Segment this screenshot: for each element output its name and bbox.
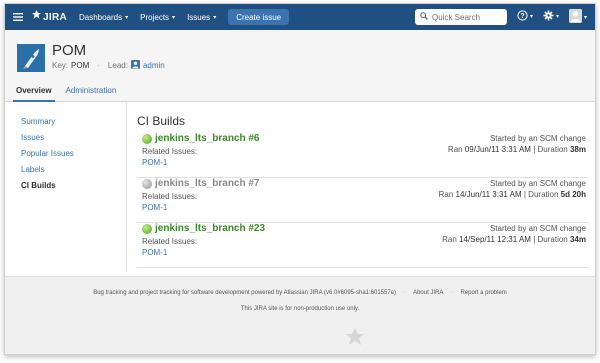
jira-logo-icon: [32, 10, 43, 24]
status-success-icon: [142, 223, 152, 234]
build-run-info: Ran 14/Sep/11 12:31 AM | Duration 34m: [442, 234, 586, 245]
build-details: Started by an SCM change Ran 14/Jun/11 3…: [439, 178, 586, 200]
build-trigger: Started by an SCM change: [489, 179, 586, 188]
status-success-icon: [142, 133, 152, 144]
chevron-down-icon: ▾: [584, 14, 588, 21]
project-header: [5, 30, 595, 80]
quick-search[interactable]: [415, 9, 507, 25]
build-details: Started by an SCM change Ran 14/Sep/11 1…: [442, 223, 586, 245]
duration-value: 34m: [569, 235, 586, 244]
ran-label: Ran: [438, 190, 454, 199]
build-row: jenkins_lts_branch #23 Related Issues: P…: [137, 223, 589, 268]
duration-value: 38m: [569, 145, 586, 154]
page-title: CI Builds: [137, 114, 186, 128]
build-details: Started by an SCM change Ran 09/Jun/11 3…: [448, 133, 586, 155]
footer-separator: ·: [450, 290, 453, 296]
ran-time: 14/Jun/11 3:31 AM: [455, 190, 522, 199]
issue-link[interactable]: POM-1: [142, 203, 167, 212]
build-name-link[interactable]: jenkins_lts_branch #6: [142, 133, 260, 144]
build-trigger: Started by an SCM change: [489, 134, 586, 143]
jira-logo[interactable]: JIRA: [32, 10, 67, 24]
project-title: POM: [52, 42, 87, 59]
user-icon: [569, 9, 582, 25]
svg-text:?: ?: [520, 13, 524, 20]
atlassian-logo-icon: [345, 327, 365, 351]
duration-label: | Duration: [533, 145, 568, 154]
chevron-down-icon: ▾: [556, 14, 560, 20]
build-row: jenkins_lts_branch #6 Related Issues: PO…: [137, 133, 589, 178]
lead-link[interactable]: admin: [143, 61, 165, 70]
build-name: jenkins_lts_branch #7: [155, 178, 260, 189]
search-icon: [420, 12, 432, 22]
build-trigger: Started by an SCM change: [489, 224, 586, 233]
duration-label: | Duration: [523, 190, 559, 199]
duration-label: | Duration: [533, 235, 568, 244]
project-key: POM: [71, 61, 90, 70]
related-issues-label: Related Issues:: [142, 192, 198, 201]
sidebar-item-labels[interactable]: Labels: [21, 165, 45, 174]
duration-value: 5d 20h: [560, 190, 586, 199]
top-navigation-bar: JIRA Dashboards ▾ Projects ▾ Issues ▾ Cr…: [5, 4, 595, 30]
issue-link[interactable]: POM-1: [142, 248, 167, 257]
key-label: Key:: [52, 61, 69, 70]
settings-menu[interactable]: ▾: [543, 10, 559, 23]
ran-label: Ran: [447, 145, 463, 154]
build-name: jenkins_lts_branch #23: [155, 223, 266, 234]
tab-overview[interactable]: Overview: [13, 86, 55, 102]
project-tabs: Overview Administration: [5, 80, 595, 102]
user-avatar-icon: [130, 60, 140, 71]
footer-links: Bug tracking and project tracking for so…: [5, 290, 595, 296]
create-issue-button[interactable]: Create issue: [228, 9, 290, 25]
build-run-info: Ran 14/Jun/11 3:31 AM | Duration 5d 20h: [439, 189, 586, 200]
chevron-down-icon: ▾: [213, 14, 217, 21]
gear-icon: [543, 10, 554, 23]
nav-projects-label: Projects: [140, 12, 170, 22]
sidebar-item-ci-builds[interactable]: CI Builds: [21, 181, 56, 190]
nav-issues-label: Issues: [187, 12, 211, 22]
menu-icon[interactable]: [8, 4, 28, 30]
report-problem-link[interactable]: Report a problem: [460, 290, 506, 296]
build-run-info: Ran 09/Jun/11 3:31 AM | Duration 38m: [448, 144, 586, 155]
related-issues-label: Related Issues:: [142, 147, 198, 156]
sidebar-item-popular-issues[interactable]: Popular Issues: [21, 149, 74, 158]
ran-label: Ran: [442, 235, 457, 244]
logo-text: JIRA: [43, 11, 67, 23]
help-menu[interactable]: ? ▾: [517, 10, 533, 23]
lead-label: Lead:: [107, 61, 128, 70]
ran-time: 09/Jun/11 3:31 AM: [464, 145, 531, 154]
build-row: jenkins_lts_branch #7 Related Issues: PO…: [137, 178, 589, 223]
related-issues-label: Related Issues:: [142, 237, 198, 246]
chevron-down-icon: ▾: [530, 14, 534, 20]
ran-time: 14/Sep/11 12:31 AM: [459, 235, 531, 244]
rocket-icon: [17, 44, 45, 72]
nav-dashboards[interactable]: Dashboards ▾: [79, 13, 128, 22]
tab-administration[interactable]: Administration: [63, 86, 120, 101]
help-icon: ?: [517, 10, 528, 23]
footer-notice: This JIRA site is for non-production use…: [240, 306, 360, 312]
project-avatar: [17, 44, 45, 72]
user-menu[interactable]: ▾: [569, 9, 587, 25]
nav-issues[interactable]: Issues ▾: [187, 13, 216, 22]
footer: [5, 276, 595, 354]
sidebar-item-summary[interactable]: Summary: [21, 117, 55, 126]
nav-dashboards-label: Dashboards: [78, 12, 123, 22]
project-meta: Key: POM · Lead: admin: [52, 60, 165, 71]
browser-frame: JIRA Dashboards ▾ Projects ▾ Issues ▾ Cr…: [4, 3, 596, 355]
search-input[interactable]: [432, 12, 504, 22]
status-unknown-icon: [142, 178, 152, 189]
build-name-link[interactable]: jenkins_lts_branch #7: [142, 178, 260, 189]
nav-projects[interactable]: Projects ▾: [140, 13, 175, 22]
issue-link[interactable]: POM-1: [142, 158, 167, 167]
sidebar-item-issues[interactable]: Issues: [21, 133, 44, 142]
chevron-down-icon: ▾: [172, 14, 176, 21]
footer-separator: ·: [403, 290, 406, 296]
build-name: jenkins_lts_branch #6: [155, 133, 260, 144]
build-name-link[interactable]: jenkins_lts_branch #23: [142, 223, 265, 234]
powered-by-text: Bug tracking and project tracking for so…: [93, 290, 397, 296]
sidebar-divider: [126, 102, 127, 272]
chevron-down-icon: ▾: [125, 14, 129, 21]
about-jira-link[interactable]: About JIRA: [413, 290, 443, 296]
meta-separator: ·: [97, 61, 100, 70]
